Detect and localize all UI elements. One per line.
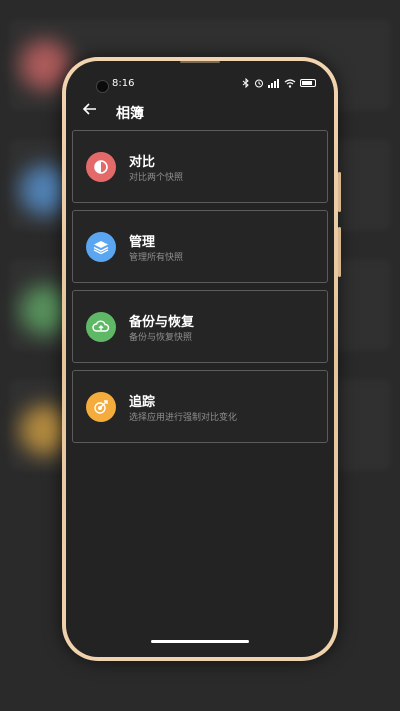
layers-icon [86,232,116,262]
cloud-upload-icon [86,312,116,342]
page-title: 相簿 [116,106,144,122]
menu-item-subtitle: 对比两个快照 [129,173,184,183]
menu-item-track[interactable]: 追踪 选择应用进行强制对比变化 [72,370,328,443]
home-indicator[interactable] [151,640,249,643]
status-bar: 8:16 [66,77,334,93]
phone-frame: 8:16 相簿 对比 对比两个快照 管理 管理所有快照 备份与恢复 备份与恢复快… [62,57,341,661]
menu-list: 对比 对比两个快照 管理 管理所有快照 备份与恢复 备份与恢复快照 追踪 选择应… [72,130,328,450]
menu-item-title: 对比 [129,155,156,170]
bluetooth-icon [242,78,249,88]
app-bar: 相簿 [66,101,334,125]
wifi-icon [284,78,296,88]
volume-button [338,172,341,212]
power-button [338,227,341,277]
earpiece [180,61,220,63]
menu-item-subtitle: 选择应用进行强制对比变化 [129,413,238,423]
menu-item-subtitle: 备份与恢复快照 [129,333,193,343]
phone-screen: 8:16 相簿 对比 对比两个快照 管理 管理所有快照 备份与恢复 备份与恢复快… [66,61,334,657]
compare-icon [86,152,116,182]
menu-item-title: 追踪 [129,395,156,410]
menu-item-backup-restore[interactable]: 备份与恢复 备份与恢复快照 [72,290,328,363]
battery-icon [300,79,316,87]
arrow-left-icon [82,103,96,115]
status-icons [242,78,316,88]
menu-item-title: 备份与恢复 [129,315,195,330]
menu-item-title: 管理 [129,235,156,250]
menu-item-subtitle: 管理所有快照 [129,253,184,263]
target-icon [86,392,116,422]
status-time: 8:16 [112,78,135,89]
alarm-icon [255,79,263,88]
back-button[interactable] [80,101,100,121]
menu-item-manage[interactable]: 管理 管理所有快照 [72,210,328,283]
menu-item-compare[interactable]: 对比 对比两个快照 [72,130,328,203]
signal-icon [268,78,279,88]
